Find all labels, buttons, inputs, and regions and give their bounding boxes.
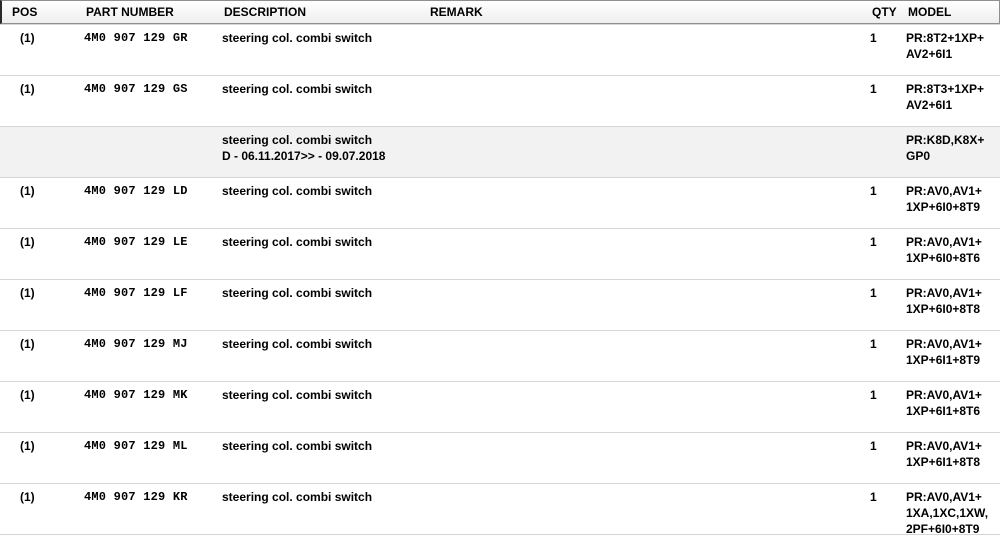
cell-qty: 1 xyxy=(870,286,877,300)
cell-description: steering col. combi switch xyxy=(222,387,372,403)
cell-model-line: GP0 xyxy=(906,149,931,163)
cell-qty: 1 xyxy=(870,184,877,198)
cell-model-line: PR:AV0,AV1+ xyxy=(906,286,982,300)
cell-description-line: steering col. combi switch xyxy=(222,133,373,147)
column-header-description[interactable]: DESCRIPTION xyxy=(224,6,306,19)
cell-model-line: PR:AV0,AV1+ xyxy=(906,490,982,504)
cell-model: PR:AV0,AV1+ 1XP+6I0+8T8 xyxy=(906,285,982,317)
cell-part-number: 4M0 907 129 LD xyxy=(84,184,188,198)
cell-description: steering col. combi switch xyxy=(222,183,372,199)
cell-model-line: 1XP+6I1+8T9 xyxy=(906,353,981,367)
cell-description-line: steering col. combi switch xyxy=(222,439,373,453)
cell-description-line: steering col. combi switch xyxy=(222,184,373,198)
cell-pos: (1) xyxy=(20,184,35,198)
cell-description-line: steering col. combi switch xyxy=(222,388,373,402)
cell-description-line: steering col. combi switch xyxy=(222,31,373,45)
table-row[interactable]: (1) 4M0 907 129 GR steering col. combi swi… xyxy=(0,25,1000,76)
table-row[interactable]: (1) 4M0 907 129 LF steering col. combi swi… xyxy=(0,280,1000,331)
cell-model-line: PR:AV0,AV1+ xyxy=(906,337,982,351)
cell-pos: (1) xyxy=(20,337,35,351)
cell-description: steering col. combi switch xyxy=(222,336,372,352)
cell-model: PR:8T2+1XP+ AV2+6I1 xyxy=(906,30,984,62)
cell-part-number: 4M0 907 129 MJ xyxy=(84,337,188,351)
cell-description: steering col. combi switch xyxy=(222,489,372,505)
cell-model-line: 2PF+6I0+8T9 xyxy=(906,522,980,536)
cell-model: PR:AV0,AV1+ 1XP+6I1+8T6 xyxy=(906,387,982,419)
cell-model: PR:AV0,AV1+ 1XP+6I0+8T6 xyxy=(906,234,982,266)
cell-model-line: PR:AV0,AV1+ xyxy=(906,184,982,198)
column-header-qty[interactable]: QTY xyxy=(872,6,897,19)
cell-description: steering col. combi switch xyxy=(222,81,372,97)
cell-qty: 1 xyxy=(870,337,877,351)
cell-model-line: PR:AV0,AV1+ xyxy=(906,439,982,453)
cell-part-number: 4M0 907 129 GS xyxy=(84,82,188,96)
cell-part-number: 4M0 907 129 MK xyxy=(84,388,188,402)
column-header-model[interactable]: MODEL xyxy=(908,6,951,19)
column-header-pos[interactable]: POS xyxy=(12,6,37,19)
cell-qty: 1 xyxy=(870,439,877,453)
cell-model-line: 1XP+6I1+8T6 xyxy=(906,404,981,418)
cell-description: steering col. combi switch xyxy=(222,30,372,46)
table-row[interactable]: (1) 4M0 907 129 MJ steering col. combi swi… xyxy=(0,331,1000,382)
cell-model-line: PR:8T2+1XP+ xyxy=(906,31,985,45)
cell-qty: 1 xyxy=(870,235,877,249)
cell-pos: (1) xyxy=(20,31,35,45)
cell-model-line: 1XP+6I0+8T9 xyxy=(906,200,981,214)
table-header: POS PART NUMBER DESCRIPTION REMARK QTY M… xyxy=(0,0,1000,24)
table-row[interactable]: (1) 4M0 907 129 LE steering col. combi swi… xyxy=(0,229,1000,280)
cell-description-line: D - 06.11.2017>> - 09.07.2018 xyxy=(222,149,386,163)
cell-description: steering col. combi switch D - 06.11.2017… xyxy=(222,132,385,164)
parts-table: POS PART NUMBER DESCRIPTION REMARK QTY M… xyxy=(0,0,1000,536)
cell-model: PR:K8D,K8X+ GP0 xyxy=(906,132,984,164)
cell-pos: (1) xyxy=(20,82,35,96)
cell-description-line: steering col. combi switch xyxy=(222,490,373,504)
cell-pos: (1) xyxy=(20,490,35,504)
cell-description: steering col. combi switch xyxy=(222,438,372,454)
table-row[interactable]: (1) 4M0 907 129 MK steering col. combi swi… xyxy=(0,382,1000,433)
cell-model-line: PR:AV0,AV1+ xyxy=(906,388,982,402)
cell-description-line: steering col. combi switch xyxy=(222,337,373,351)
cell-qty: 1 xyxy=(870,82,877,96)
cell-model-line: PR:K8D,K8X+ xyxy=(906,133,985,147)
cell-model-line: 1XP+6I0+8T8 xyxy=(906,302,981,316)
cell-part-number: 4M0 907 129 KR xyxy=(84,490,188,504)
cell-model-line: 1XP+6I0+8T6 xyxy=(906,251,981,265)
table-row[interactable]: steering col. combi switch D - 06.11.2017… xyxy=(0,127,1000,178)
cell-model-line: 1XA,1XC,1XW, xyxy=(906,506,989,520)
cell-qty: 1 xyxy=(870,31,877,45)
cell-part-number: 4M0 907 129 ML xyxy=(84,439,188,453)
column-header-remark[interactable]: REMARK xyxy=(430,6,483,19)
cell-qty: 1 xyxy=(870,388,877,402)
cell-part-number: 4M0 907 129 GR xyxy=(84,31,188,45)
table-row[interactable]: (1) 4M0 907 129 LD steering col. combi swi… xyxy=(0,178,1000,229)
table-row[interactable]: (1) 4M0 907 129 ML steering col. combi swi… xyxy=(0,433,1000,484)
cell-description: steering col. combi switch xyxy=(222,234,372,250)
cell-description: steering col. combi switch xyxy=(222,285,372,301)
cell-pos: (1) xyxy=(20,439,35,453)
cell-model-line: PR:8T3+1XP+ xyxy=(906,82,985,96)
cell-description-line: steering col. combi switch xyxy=(222,286,373,300)
cell-pos: (1) xyxy=(20,286,35,300)
cell-description-line: steering col. combi switch xyxy=(222,82,373,96)
column-header-part-number[interactable]: PART NUMBER xyxy=(86,6,174,19)
cell-model: PR:8T3+1XP+ AV2+6I1 xyxy=(906,81,984,113)
cell-model-line: PR:AV0,AV1+ xyxy=(906,235,982,249)
cell-model-line: AV2+6I1 xyxy=(906,98,953,112)
cell-part-number: 4M0 907 129 LF xyxy=(84,286,188,300)
cell-model: PR:AV0,AV1+ 1XP+6I1+8T8 xyxy=(906,438,982,470)
cell-pos: (1) xyxy=(20,235,35,249)
table-row[interactable]: (1) 4M0 907 129 GS steering col. combi swi… xyxy=(0,76,1000,127)
cell-description-line: steering col. combi switch xyxy=(222,235,373,249)
cell-model: PR:AV0,AV1+ 1XP+6I0+8T9 xyxy=(906,183,982,215)
cell-qty: 1 xyxy=(870,490,877,504)
cell-model-line: AV2+6I1 xyxy=(906,47,953,61)
table-row[interactable]: (1) 4M0 907 129 KR steering col. combi swi… xyxy=(0,484,1000,537)
cell-model-line: 1XP+6I1+8T8 xyxy=(906,455,981,469)
cell-model: PR:AV0,AV1+ 1XA,1XC,1XW, 2PF+6I0+8T9 xyxy=(906,489,988,537)
cell-part-number: 4M0 907 129 LE xyxy=(84,235,188,249)
cell-model: PR:AV0,AV1+ 1XP+6I1+8T9 xyxy=(906,336,982,368)
cell-pos: (1) xyxy=(20,388,35,402)
